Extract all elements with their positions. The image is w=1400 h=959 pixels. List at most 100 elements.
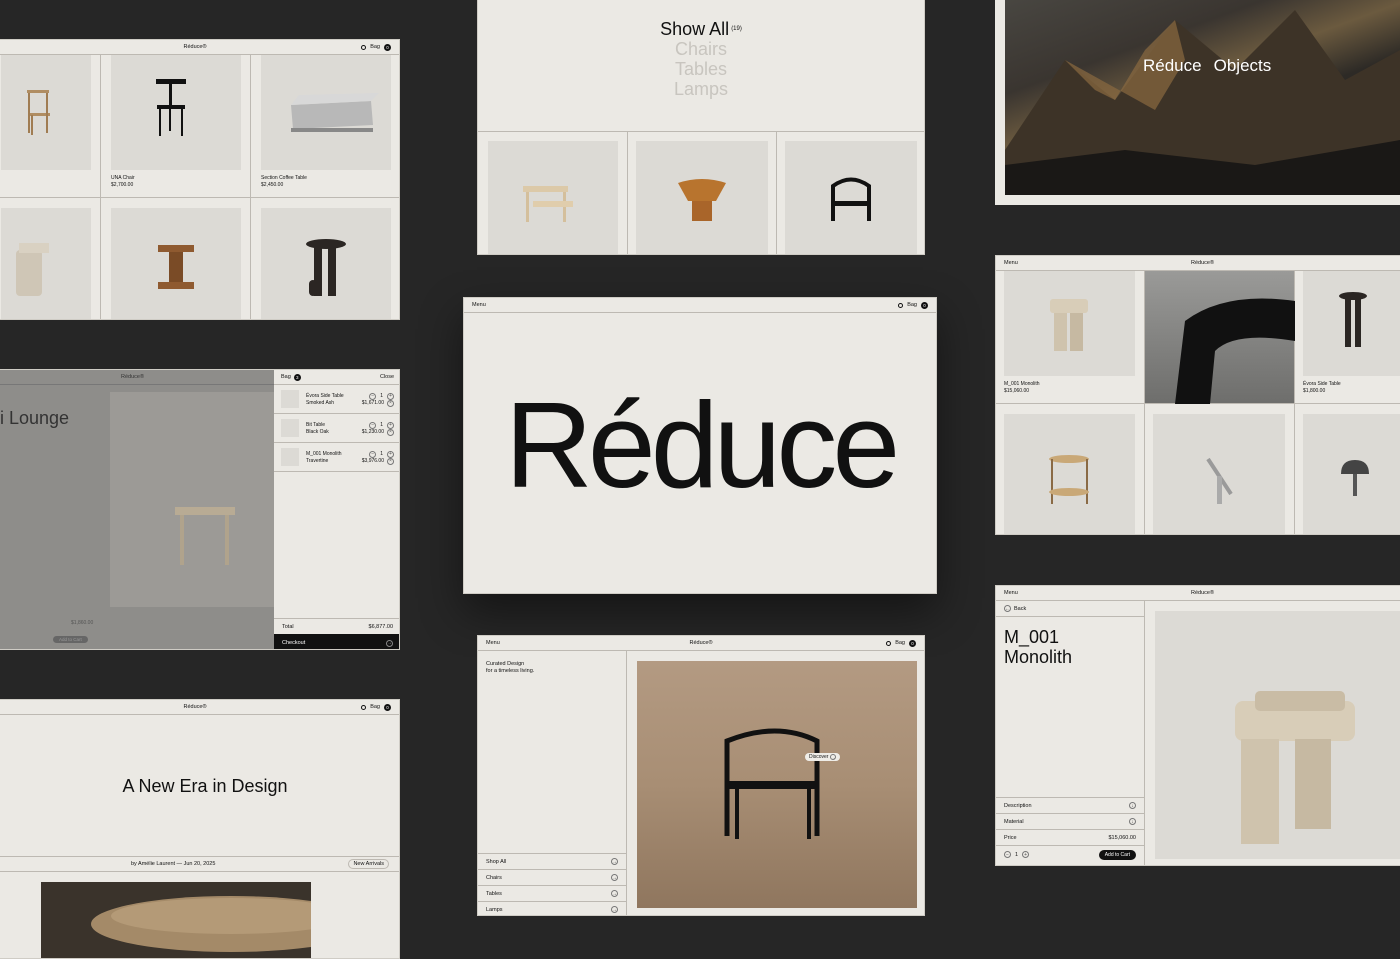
description-row[interactable]: Description ↓ [996,797,1144,813]
menu-button[interactable]: Menu [486,640,500,646]
nav-shop-all[interactable]: Shop All → [478,853,626,869]
brand-logo: Réduce® [120,374,145,380]
remove-item-icon[interactable]: × [387,458,394,465]
bag-link[interactable]: Bag [370,44,380,50]
screen-product-grid-topleft: Réduce® Bag 0 UNA Chair $2,700.00 Section … [0,39,400,320]
close-button[interactable]: Close [380,374,394,380]
sidebar: Curated Design for a timeless living. Sh… [478,651,627,915]
filter-chairs[interactable]: Chairs [478,39,924,59]
price-value: $15,060.00 [1108,834,1136,841]
product-image [111,208,241,319]
lamp-image [1206,457,1233,504]
product-card[interactable] [101,198,251,319]
trolley-image [1049,455,1089,504]
bag-link[interactable]: Bag [907,302,917,308]
arrow-right-icon: → [611,858,618,865]
product-card[interactable]: M_001 Monolith $15,060.00 [996,271,1145,404]
article-tag[interactable]: New Arrivals [348,859,389,869]
product-card[interactable] [251,198,399,319]
menu-button[interactable]: Menu [472,302,486,308]
product-card[interactable] [1145,404,1295,534]
table-image [291,93,379,132]
show-all-link[interactable]: Show All [660,19,729,39]
arrow-right-icon: → [830,754,837,760]
menu-button[interactable]: Menu [1004,260,1018,266]
bag-link[interactable]: Bag [895,640,905,646]
row-label: Material [1004,818,1024,825]
product-card[interactable] [0,198,101,319]
bag-link[interactable]: Bag [370,704,380,710]
tagline: Curated Design for a timeless living. [486,661,535,674]
search-icon[interactable] [361,44,367,50]
remove-item-icon[interactable]: × [387,400,394,407]
product-image [488,141,618,254]
dimmed-product-page: Réduce® ci Lounge r $1,860.00 Add to Car… [0,370,274,649]
brand-logo[interactable]: Réduce® [183,44,206,50]
side-table-image [1339,292,1367,347]
bag-item-variant: Black Oak [306,428,329,435]
nav-lamps[interactable]: Lamps → [478,901,626,915]
decrease-qty-icon[interactable]: − [369,451,377,458]
product-card[interactable]: UNA Chair $2,700.00 [101,55,251,198]
add-to-cart-button[interactable]: Add to Cart [1098,849,1136,860]
product-card[interactable] [478,131,628,254]
product-card[interactable] [628,131,777,254]
brand-logo[interactable]: Réduce® [689,640,712,646]
decrease-qty-icon[interactable]: − [1004,851,1011,858]
checkout-button[interactable]: Checkout → [274,634,399,649]
bag-item-thumb [281,448,299,466]
chevron-down-icon: ↓ [1129,818,1136,825]
brand-logo[interactable]: Réduce® [183,704,206,710]
product-image [1004,414,1135,534]
product-image [1004,271,1135,376]
product-image [111,55,241,170]
nav-objects[interactable]: Objects [1214,56,1272,76]
bag-item-price: $3,976.00 [361,458,384,465]
product-card[interactable]: Évora Side Table $1,800.00 [1295,271,1400,404]
brand-logo[interactable]: Réduce® [1191,590,1214,596]
row-label: Description [1004,802,1032,809]
total-label: Total [282,623,294,630]
increase-qty-icon[interactable]: + [387,422,394,429]
increase-qty-icon[interactable]: + [1022,851,1030,858]
search-icon[interactable] [361,704,367,710]
menu-button[interactable]: Menu [1004,590,1018,596]
product-card[interactable] [1295,404,1400,534]
remove-item-icon[interactable]: × [387,429,394,436]
increase-qty-icon[interactable]: + [387,451,394,458]
item-count: (19) [731,26,742,32]
search-icon[interactable] [886,640,892,646]
back-button[interactable]: ← Back [996,601,1144,617]
hero-nav: Réduce Objects [1143,56,1271,76]
product-price: $2,450.00 [261,181,284,188]
screen-product-grid-right: Menu Réduce® M_001 Monolith $15,060.00 Év… [995,255,1400,535]
decrease-qty-icon[interactable]: − [369,422,377,429]
article-meta-bar: by Amélie Laurent — Jun 20, 2025 New Arr… [0,856,399,872]
screen-product-detail: Menu Réduce® ← Back M_001 Monolith Descri… [995,585,1400,866]
side-table-image [306,239,346,296]
material-row[interactable]: Material ↓ [996,813,1144,829]
bag-item-name: M_001 Monolith [306,451,342,457]
top-bar: Réduce® Bag 0 [0,40,399,55]
chevron-down-icon: ↓ [1129,802,1136,809]
product-card[interactable]: Section Coffee Table $2,450.00 [251,55,399,198]
brand-logo[interactable]: Réduce® [1191,260,1214,266]
nav-tables[interactable]: Tables → [478,885,626,901]
product-card[interactable] [777,131,924,254]
price-label: Price [1004,834,1017,841]
increase-qty-icon[interactable]: + [387,393,394,400]
product-card[interactable] [996,404,1145,534]
filter-tables[interactable]: Tables [478,59,924,79]
product-card[interactable] [0,55,101,198]
decrease-qty-icon[interactable]: − [369,393,377,400]
nav-reduce[interactable]: Réduce [1143,56,1202,76]
nav-chairs[interactable]: Chairs → [478,869,626,885]
arrow-right-icon: → [611,890,618,897]
filter-lamps[interactable]: Lamps [478,79,924,99]
arrow-right-icon: → [611,874,618,881]
search-icon[interactable] [898,302,904,308]
background-add-button: Add to Cart [53,636,88,643]
discover-button[interactable]: Discover → [805,753,841,761]
hero-image: Discover → [637,661,917,908]
product-image [1303,271,1400,376]
